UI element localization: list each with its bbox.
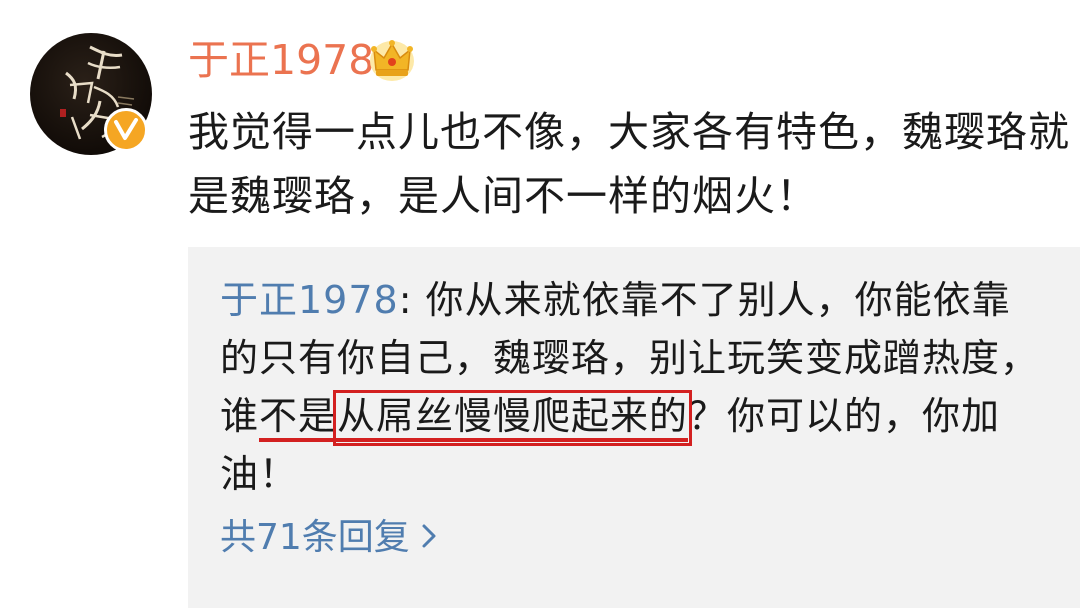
- post-text: 我觉得一点儿也不像，大家各有特色，魏璎珞就是魏璎珞，是人间不一样的烟火！: [188, 108, 1070, 220]
- reply-preview[interactable]: 于正1978: 你从来就依靠不了别人，你能依靠的只有你自己，魏璎珞，别让玩笑变成…: [188, 247, 1080, 608]
- chevron-right-icon: [420, 514, 438, 564]
- reply-count-link[interactable]: 共71条回复: [220, 513, 438, 563]
- reply-count-label: 共71条回复: [220, 517, 410, 558]
- reply-text: 于正1978: 你从来就依靠不了别人，你能依靠的只有你自己，魏璎珞，别让玩笑变成…: [220, 271, 1040, 503]
- weibo-comment-card: 于正1978 我觉得一点儿也不像，大家各有特色，魏璎珞就是魏璎珞，是人间不一样的…: [0, 0, 1080, 608]
- reply-separator: :: [398, 278, 426, 322]
- reply-highlighted-text: 从屌丝慢慢爬起来的: [333, 390, 693, 446]
- reply-author[interactable]: 于正1978: [220, 278, 399, 322]
- reply-underlined-text: 不是: [259, 394, 338, 442]
- verified-v-icon: [104, 108, 148, 152]
- post-username[interactable]: 于正1978: [188, 34, 374, 86]
- crown-icon: [368, 36, 416, 82]
